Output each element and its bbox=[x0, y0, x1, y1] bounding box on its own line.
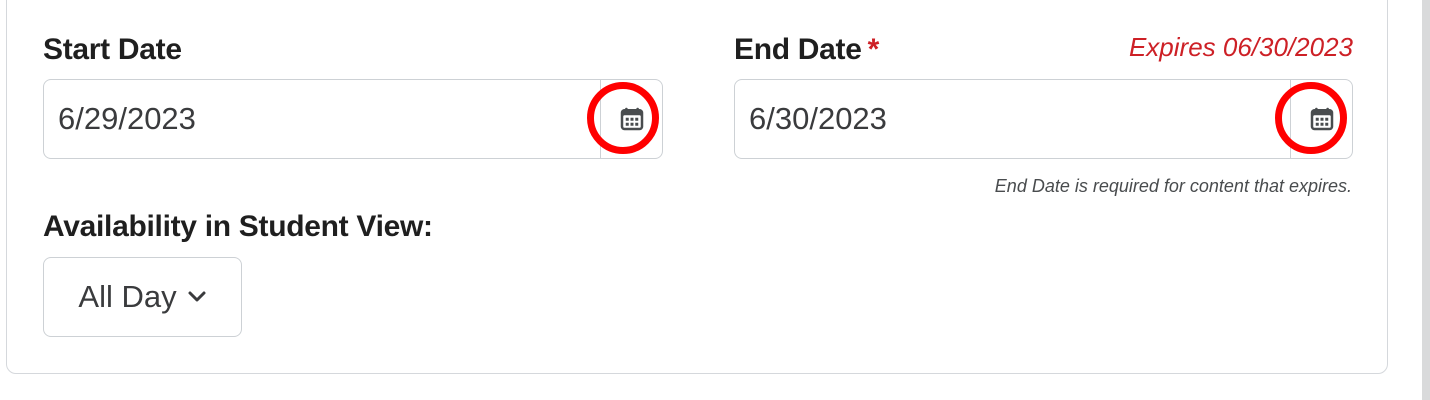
start-date-label: Start Date bbox=[43, 33, 182, 66]
availability-selected-value: All Day bbox=[78, 279, 177, 314]
calendar-icon bbox=[620, 107, 643, 131]
end-date-calendar-button[interactable] bbox=[1275, 80, 1352, 158]
end-date-input[interactable] bbox=[735, 80, 1290, 158]
scrollbar[interactable] bbox=[1422, 0, 1430, 400]
end-date-help-text: End Date is required for content that ex… bbox=[994, 176, 1352, 196]
end-date-field bbox=[734, 79, 1353, 159]
start-date-field bbox=[43, 79, 663, 159]
end-date-label-text: End Date bbox=[734, 33, 862, 66]
start-date-input[interactable] bbox=[44, 80, 600, 158]
start-date-calendar-button[interactable] bbox=[587, 80, 662, 158]
required-marker: * bbox=[867, 33, 880, 66]
expires-notice: Expires 06/30/2023 bbox=[1128, 32, 1353, 62]
chevron-down-icon bbox=[188, 291, 206, 302]
availability-label: Availability in Student View: bbox=[43, 210, 433, 243]
calendar-icon bbox=[1310, 107, 1333, 131]
availability-select[interactable]: All Day bbox=[43, 257, 242, 337]
end-date-label: End Date * bbox=[734, 33, 879, 67]
